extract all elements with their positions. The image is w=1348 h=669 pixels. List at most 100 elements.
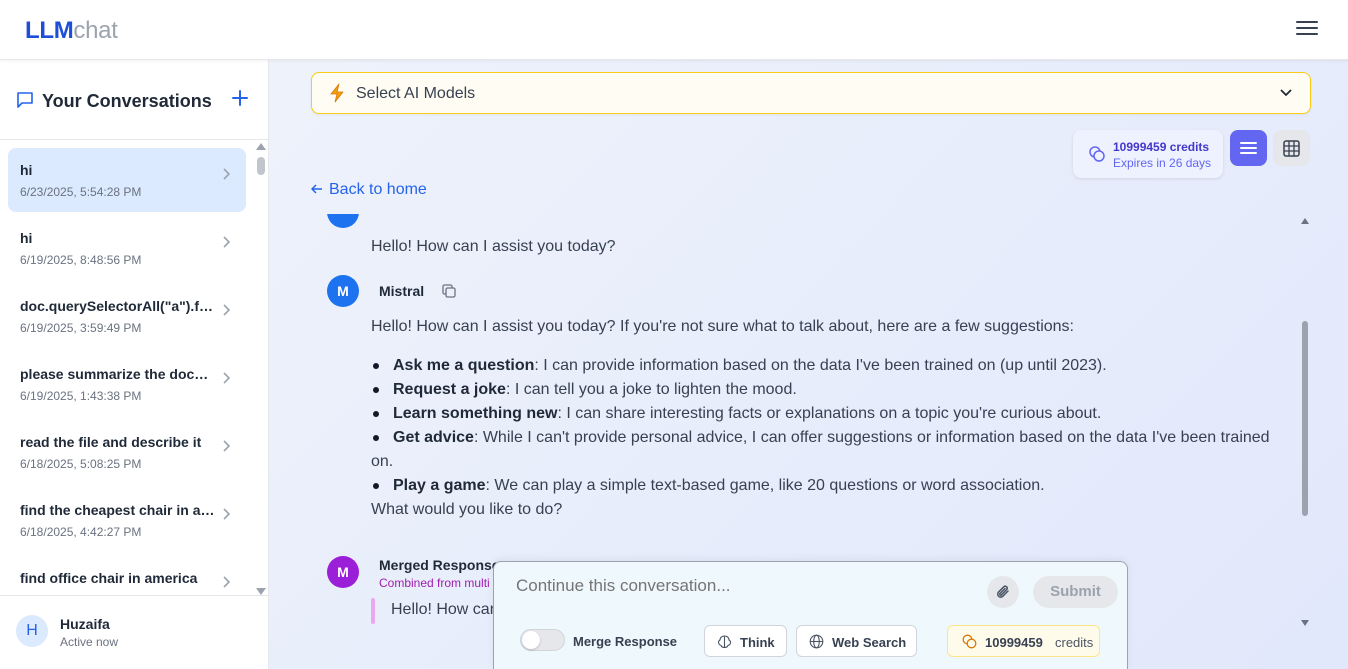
think-button[interactable]: Think [704, 625, 787, 657]
user-status: Active now [60, 635, 119, 649]
bullet-text: : We can play a simple text-based game, … [485, 477, 1045, 494]
conversation-title: please summarize the docum... [20, 366, 216, 382]
logo-light: chat [73, 17, 118, 44]
message-text: What would you like to do? [371, 501, 563, 518]
conversation-item[interactable]: hi 6/19/2025, 8:48:56 PM [8, 216, 246, 280]
avatar [327, 214, 359, 228]
lightning-bolt-icon [330, 83, 344, 103]
scroll-up-arrow-icon[interactable] [1301, 218, 1309, 224]
conversation-item[interactable]: doc.querySelectorAll("a").for... 6/19/20… [8, 284, 246, 348]
list-item: Get advice: While I can't provide person… [371, 426, 1271, 474]
scrollbar-thumb[interactable] [1302, 321, 1308, 516]
coins-icon [962, 634, 977, 649]
bullet-heading: Request a joke [393, 381, 506, 398]
chevron-right-icon [223, 304, 231, 316]
new-conversation-plus-icon[interactable] [231, 89, 249, 107]
scroll-down-arrow-icon[interactable] [1301, 620, 1309, 626]
scroll-down-arrow-icon[interactable] [256, 588, 266, 595]
think-label: Think [740, 635, 775, 650]
back-to-home-link[interactable]: Back to home [311, 181, 427, 199]
conversation-item[interactable]: read the file and describe it 6/18/2025,… [8, 420, 246, 484]
conversation-title: hi [20, 162, 33, 178]
coins-icon [1089, 146, 1105, 162]
conversation-list: hi 6/23/2025, 5:54:28 PM hi 6/19/2025, 8… [0, 141, 255, 596]
list-item: Play a game: We can play a simple text-b… [371, 474, 1271, 498]
sidebar-title: Your Conversations [42, 91, 212, 111]
sender-name: Merged Response [379, 557, 500, 573]
logo-strong: LLM [25, 17, 74, 44]
bullet-heading: Ask me a question [393, 357, 535, 374]
top-bar: LLMchat [0, 0, 1348, 60]
conversation-item[interactable]: find office chair in america [8, 556, 246, 596]
credits-card: 10999459 credits Expires in 26 days [1073, 130, 1223, 178]
globe-icon [809, 634, 824, 649]
message-input[interactable] [516, 576, 976, 596]
attach-button[interactable] [987, 576, 1019, 608]
bullet-heading: Play a game [393, 477, 486, 494]
merged-subtitle: Combined from multi [379, 576, 490, 590]
web-search-button[interactable]: Web Search [796, 625, 917, 657]
chevron-right-icon [223, 440, 231, 452]
web-search-label: Web Search [832, 635, 907, 650]
credits-amount: 10999459 credits [1113, 140, 1210, 154]
bullet-text: : I can provide information based on the… [534, 357, 1107, 374]
conversation-item[interactable]: hi 6/23/2025, 5:54:28 PM [8, 148, 246, 212]
conversation-title: doc.querySelectorAll("a").for... [20, 298, 216, 314]
user-name: Huzaifa [60, 616, 110, 632]
credits-expiry: Expires in 26 days [1113, 156, 1212, 170]
app-logo[interactable]: LLMchat [25, 17, 118, 45]
grid-view-button[interactable] [1273, 130, 1310, 166]
bullet-text: : I can tell you a joke to lighten the m… [505, 381, 797, 398]
chevron-down-icon [1280, 89, 1292, 97]
conversation-item[interactable]: find the cheapest chair in am... 6/18/20… [8, 488, 246, 552]
chevron-right-icon [223, 576, 231, 588]
chat-bubble-icon [17, 92, 33, 108]
conversation-date: 6/18/2025, 5:08:25 PM [20, 457, 142, 471]
conversation-title: find office chair in america [20, 570, 198, 586]
list-icon [1240, 142, 1257, 154]
copy-icon[interactable] [442, 284, 456, 298]
hamburger-menu-icon[interactable] [1296, 18, 1318, 38]
quote-bar [371, 598, 375, 624]
submit-button[interactable]: Submit [1033, 576, 1118, 608]
bullet-text: : I can share interesting facts or expla… [557, 405, 1102, 422]
message-scrollbar[interactable] [1300, 218, 1310, 626]
sidebar-header: Your Conversations [0, 60, 268, 140]
chevron-right-icon [223, 168, 231, 180]
merge-response-toggle[interactable] [520, 629, 565, 651]
list-item: Learn something new: I can share interes… [371, 402, 1271, 426]
message-text: Hello! How can I assist you today? [371, 238, 616, 255]
list-item: Ask me a question: I can provide informa… [371, 354, 1271, 378]
credits-badge: 10999459 credits [947, 625, 1100, 657]
sidebar: Your Conversations hi 6/23/2025, 5:54:28… [0, 60, 269, 669]
conversation-title: hi [20, 230, 33, 246]
list-view-button[interactable] [1230, 130, 1267, 166]
conversation-date: 6/18/2025, 4:42:27 PM [20, 525, 142, 539]
scrollbar-thumb[interactable] [257, 157, 265, 175]
model-select-dropdown[interactable]: Select AI Models [311, 72, 1311, 114]
arrow-left-icon [311, 184, 322, 194]
suggestion-list: Ask me a question: I can provide informa… [371, 354, 1271, 498]
paperclip-icon [996, 585, 1009, 598]
avatar: M [327, 556, 359, 588]
bullet-heading: Get advice [393, 429, 474, 446]
merge-response-label: Merge Response [573, 634, 678, 649]
chevron-right-icon [223, 372, 231, 384]
scroll-up-arrow-icon[interactable] [256, 143, 266, 150]
grid-icon [1283, 140, 1300, 157]
main-panel: Select AI Models 10999459 credits Expire… [269, 60, 1348, 669]
model-select-label: Select AI Models [356, 85, 476, 102]
conversation-date: 6/19/2025, 8:48:56 PM [20, 253, 142, 267]
chevron-right-icon [223, 236, 231, 248]
credits-unit: credits [1055, 635, 1094, 650]
user-profile[interactable]: H Huzaifa Active now [0, 595, 268, 669]
message-text: Hello! How can I assist you today? If yo… [371, 318, 1074, 335]
credits-number: 10999459 [985, 635, 1043, 650]
conversation-date: 6/19/2025, 1:43:38 PM [20, 389, 142, 403]
conversation-title: read the file and describe it [20, 434, 202, 450]
message-text: Hello! How can [391, 601, 499, 618]
conversation-date: 6/23/2025, 5:54:28 PM [20, 185, 142, 199]
sidebar-scrollbar[interactable] [256, 143, 266, 595]
conversation-item[interactable]: please summarize the docum... 6/19/2025,… [8, 352, 246, 416]
message-composer: Submit Merge Response Think Web Search 1… [493, 561, 1128, 669]
